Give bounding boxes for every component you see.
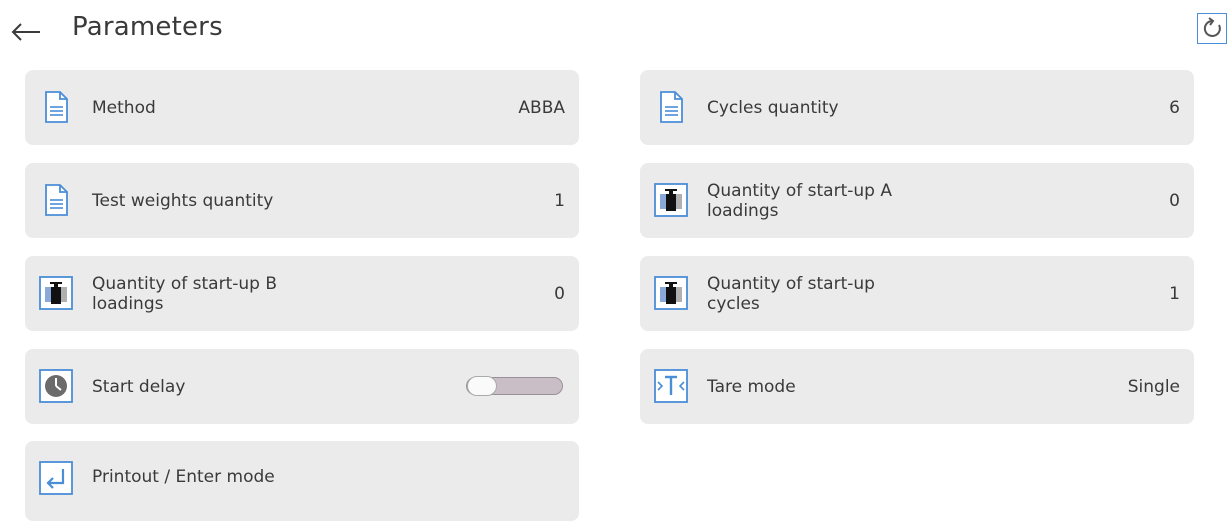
tile-value: 0 [1169, 190, 1180, 211]
tile-startup-a-loadings[interactable]: Quantity of start-up A loadings 0 [640, 163, 1194, 238]
tile-label: Printout / Enter mode [92, 467, 275, 487]
arrow-left-icon [11, 23, 40, 41]
tile-label: Start delay [92, 376, 186, 397]
refresh-button[interactable] [1197, 13, 1227, 44]
tile-value: 1 [554, 190, 565, 211]
document-icon [45, 91, 68, 123]
weight-loading-icon [39, 276, 73, 310]
tile-cycles-quantity[interactable]: Cycles quantity 6 [640, 70, 1194, 145]
tare-icon [654, 369, 688, 403]
tile-tare-mode[interactable]: Tare mode Single [640, 349, 1194, 424]
back-button[interactable] [9, 16, 43, 46]
refresh-icon [1203, 17, 1221, 37]
tile-value: 0 [554, 283, 565, 304]
tile-label: Quantity of start-up cycles [707, 273, 875, 314]
tile-label: Test weights quantity [92, 190, 274, 211]
tile-printout-enter-mode[interactable]: Printout / Enter mode [25, 441, 579, 521]
toggle-knob [467, 376, 497, 396]
document-icon [45, 184, 68, 216]
tile-label: Quantity of start-up A loadings [707, 180, 892, 221]
header-bar: Parameters [0, 0, 1232, 62]
tile-value: 1 [1169, 283, 1180, 304]
page-title: Parameters [72, 12, 223, 42]
tile-value: 6 [1169, 97, 1180, 118]
tile-value: Single [1127, 376, 1180, 397]
document-icon [660, 91, 683, 123]
weight-loading-icon [654, 276, 688, 310]
tile-label: Tare mode [707, 376, 796, 397]
tile-value: ABBA [518, 97, 565, 118]
tile-startup-cycles[interactable]: Quantity of start-up cycles 1 [640, 256, 1194, 331]
start-delay-toggle[interactable] [466, 376, 563, 396]
tile-method[interactable]: Method ABBA [25, 70, 579, 145]
tile-label: Quantity of start-up B loadings [92, 273, 278, 314]
tile-start-delay[interactable]: Start delay [25, 349, 579, 424]
tile-label: Cycles quantity [707, 97, 839, 118]
tile-startup-b-loadings[interactable]: Quantity of start-up B loadings 0 [25, 256, 579, 331]
weight-loading-icon [654, 183, 688, 217]
tile-test-weights-quantity[interactable]: Test weights quantity 1 [25, 163, 579, 238]
clock-icon [39, 369, 73, 403]
enter-icon [39, 461, 73, 495]
tile-label: Method [92, 97, 156, 118]
